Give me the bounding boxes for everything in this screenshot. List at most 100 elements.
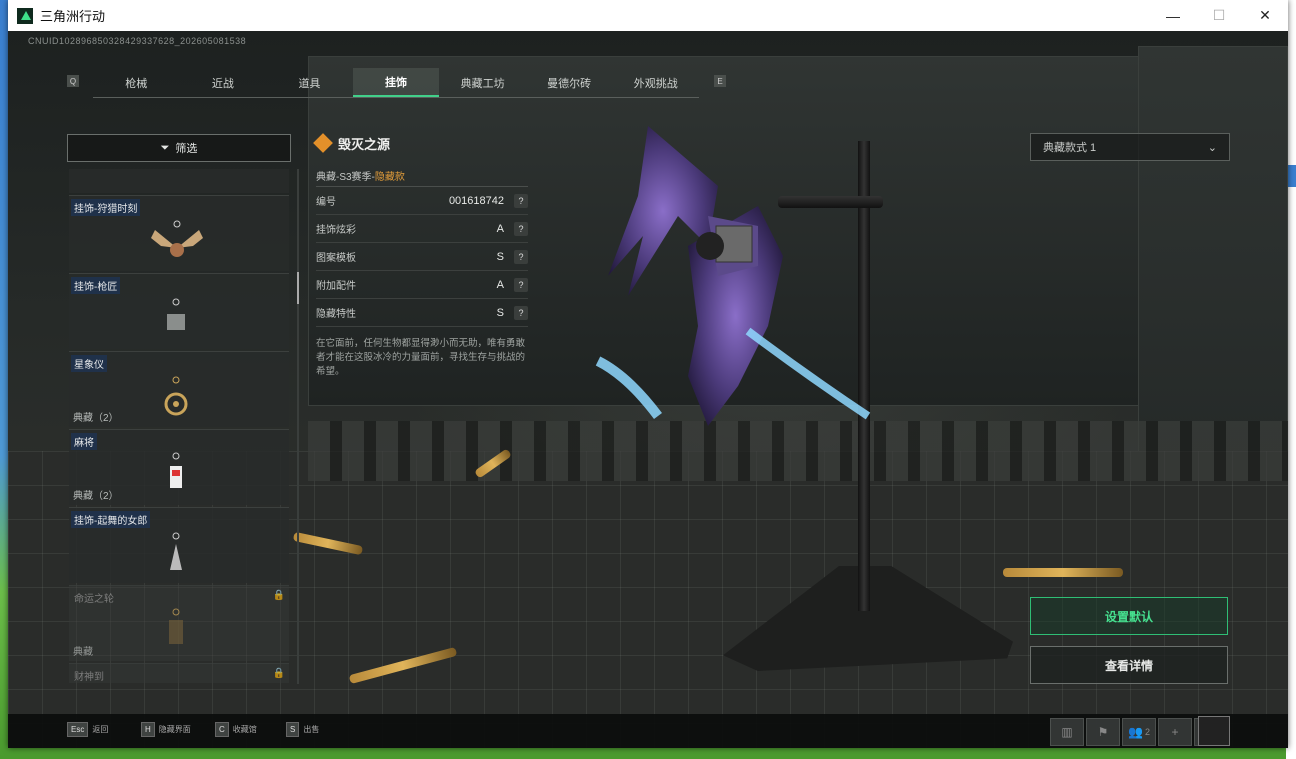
chevron-down-icon: ⌄ <box>1207 141 1217 154</box>
help-icon[interactable]: ? <box>514 193 528 208</box>
hotkey-label: 隐藏界面 <box>158 725 191 734</box>
prev-tab-key[interactable]: Q <box>67 75 79 87</box>
delta-force-logo-icon <box>17 7 33 24</box>
list-item-name: 挂饰-狩猎时刻 <box>71 199 141 216</box>
set-default-button[interactable]: 设置默认 <box>1030 597 1228 635</box>
player-avatar[interactable] <box>1198 716 1230 746</box>
list-item-name: 命运之轮 <box>74 594 114 605</box>
hotkey-key: C <box>215 722 229 737</box>
list-item[interactable]: 挂饰-狩猎时刻 <box>69 195 289 271</box>
filter-label: 筛选 <box>175 143 198 155</box>
list-item-name: 麻将 <box>71 433 97 450</box>
filter-button[interactable]: ⏷ 筛选 <box>67 134 291 162</box>
stats-icon[interactable]: ▥ <box>1050 718 1084 746</box>
season-line: 典藏-S3赛季- 隐藏款 <box>316 165 528 187</box>
variant-select[interactable]: 典藏款式 1 ⌄ <box>1030 133 1230 161</box>
list-item-sub: 典藏（2） <box>73 413 119 424</box>
hotkey-key: Esc <box>67 722 89 737</box>
hotkey-back[interactable]: Esc 返回 <box>67 722 108 737</box>
tarot-charm-icon <box>169 608 183 644</box>
hotkey-key: S <box>286 722 300 737</box>
hotkey-hide-ui[interactable]: H 隐藏界面 <box>141 722 191 737</box>
help-icon[interactable]: ? <box>514 277 528 292</box>
list-item-partial[interactable] <box>69 169 289 193</box>
attr-row-hidden-trait: 隐藏特性 S? <box>316 299 528 327</box>
minimize-button[interactable]: — <box>1150 0 1196 31</box>
attr-value: S <box>496 250 504 263</box>
list-item[interactable]: 挂饰-起舞的女郎 <box>69 507 289 583</box>
tab-melee[interactable]: 近战 <box>180 68 267 97</box>
list-item[interactable]: 麻将 典藏（2） <box>69 429 289 505</box>
flag-icon[interactable]: ⚑ <box>1086 718 1120 746</box>
hotkey-collection[interactable]: C 收藏馆 <box>215 722 257 737</box>
category-tabs: 枪械 近战 道具 挂饰 典藏工坊 曼德尔砖 外观挑战 <box>93 68 699 98</box>
view-detail-button[interactable]: 查看详情 <box>1030 646 1228 684</box>
list-item[interactable]: 星象仪 典藏（2） <box>69 351 289 427</box>
astrolabe-charm-icon <box>164 376 188 416</box>
hotkey-label: 收藏馆 <box>232 725 257 734</box>
bullet-decoration <box>1003 568 1123 577</box>
list-item-sub: 典藏 <box>73 647 93 658</box>
list-item-name: 挂饰-起舞的女郎 <box>71 511 151 528</box>
help-icon[interactable]: ? <box>514 249 528 264</box>
list-item[interactable]: 挂饰-枪匠 <box>69 273 289 349</box>
attr-key: 图案模板 <box>316 253 356 264</box>
attr-key: 附加配件 <box>316 281 356 292</box>
dancer-charm-icon <box>170 532 182 570</box>
bottom-hotkey-bar: Esc返回 H隐藏界面 C收藏馆 S出售 ▥ ⚑ 👥2 + + <box>8 714 1288 748</box>
window-title: 三角洲行动 <box>40 9 106 24</box>
lock-icon: 🔒 <box>272 668 285 679</box>
hotkey-label: 返回 <box>92 725 109 734</box>
attr-row-color: 挂饰炫彩 A? <box>316 215 528 243</box>
help-icon[interactable]: ? <box>514 221 528 236</box>
hotkey-label: 出售 <box>303 725 320 734</box>
list-scrollbar[interactable] <box>297 169 299 684</box>
attr-key: 挂饰炫彩 <box>316 225 356 236</box>
hidden-tag: 隐藏款 <box>374 172 405 183</box>
player-uid: CNUID102896850328429337628_202605081538 <box>28 36 247 46</box>
add-member-icon[interactable]: + <box>1158 718 1192 746</box>
attr-value: S <box>496 306 504 319</box>
tab-appearance-challenge[interactable]: 外观挑战 <box>612 68 699 97</box>
toolbox-charm-icon <box>167 298 185 330</box>
help-icon[interactable]: ? <box>514 305 528 320</box>
charm-detail-panel: 毁灭之源 典藏-S3赛季- 隐藏款 编号 001618742? 挂饰炫彩 A? 图案模… <box>313 131 528 379</box>
list-item-locked[interactable]: 命运之轮 🔒 典藏 <box>69 585 289 661</box>
maximize-button[interactable]: ☐ <box>1196 0 1242 31</box>
attr-row-pattern: 图案模板 S? <box>316 243 528 271</box>
variant-label: 典藏款式 1 <box>1043 142 1097 154</box>
game-viewport: CNUID102896850328429337628_202605081538 … <box>8 31 1288 748</box>
lock-icon: 🔒 <box>272 590 285 601</box>
dragon-charm-model <box>595 126 871 426</box>
tab-collection-workshop[interactable]: 典藏工坊 <box>439 68 526 97</box>
game-window: 三角洲行动 — ☐ ✕ CNUID102896850328429337628_2… <box>8 0 1288 748</box>
list-item-locked[interactable]: 财神到 🔒 <box>69 663 289 683</box>
list-item-name: 财神到 <box>74 672 104 683</box>
mahjong-charm-icon <box>170 452 182 488</box>
hotkey-key: H <box>141 722 155 737</box>
hotkey-sell[interactable]: S 出售 <box>286 722 319 737</box>
charm-title: 毁灭之源 <box>338 136 391 152</box>
tab-charms[interactable]: 挂饰 <box>352 68 440 97</box>
tab-guns[interactable]: 枪械 <box>93 68 180 97</box>
attr-row-serial: 编号 001618742? <box>316 187 528 215</box>
filter-icon: ⏷ <box>160 141 170 154</box>
tab-items[interactable]: 道具 <box>266 68 353 97</box>
charm-description: 在它面前，任何生物都显得渺小而无助，唯有勇敢者才能在这股冰冷的力量面前，寻找生存… <box>316 338 526 377</box>
rarity-diamond-icon <box>313 133 333 153</box>
close-button[interactable]: ✕ <box>1242 0 1288 31</box>
attr-value: A <box>496 278 504 291</box>
attr-value: A <box>496 222 504 235</box>
squad-icon[interactable]: 👥 2 <box>1122 718 1156 746</box>
season-label: 典藏-S3赛季- <box>316 172 375 183</box>
title-bar[interactable]: 三角洲行动 — ☐ ✕ <box>8 0 1288 31</box>
squad-count: 2 <box>1144 727 1150 737</box>
list-item-sub: 典藏（2） <box>73 491 119 502</box>
list-item-name: 星象仪 <box>71 355 107 372</box>
next-tab-key[interactable]: E <box>714 75 726 87</box>
attr-value: 001618742 <box>448 194 504 207</box>
tab-mandel-brick[interactable]: 曼德尔砖 <box>526 68 613 97</box>
attr-key: 编号 <box>316 197 336 208</box>
charm-list: 挂饰-狩猎时刻 挂饰-枪匠 星象仪 典藏（2） 麻将 典藏（2） 挂饰-起舞的女… <box>69 169 289 684</box>
attr-key: 隐藏特性 <box>316 309 356 320</box>
